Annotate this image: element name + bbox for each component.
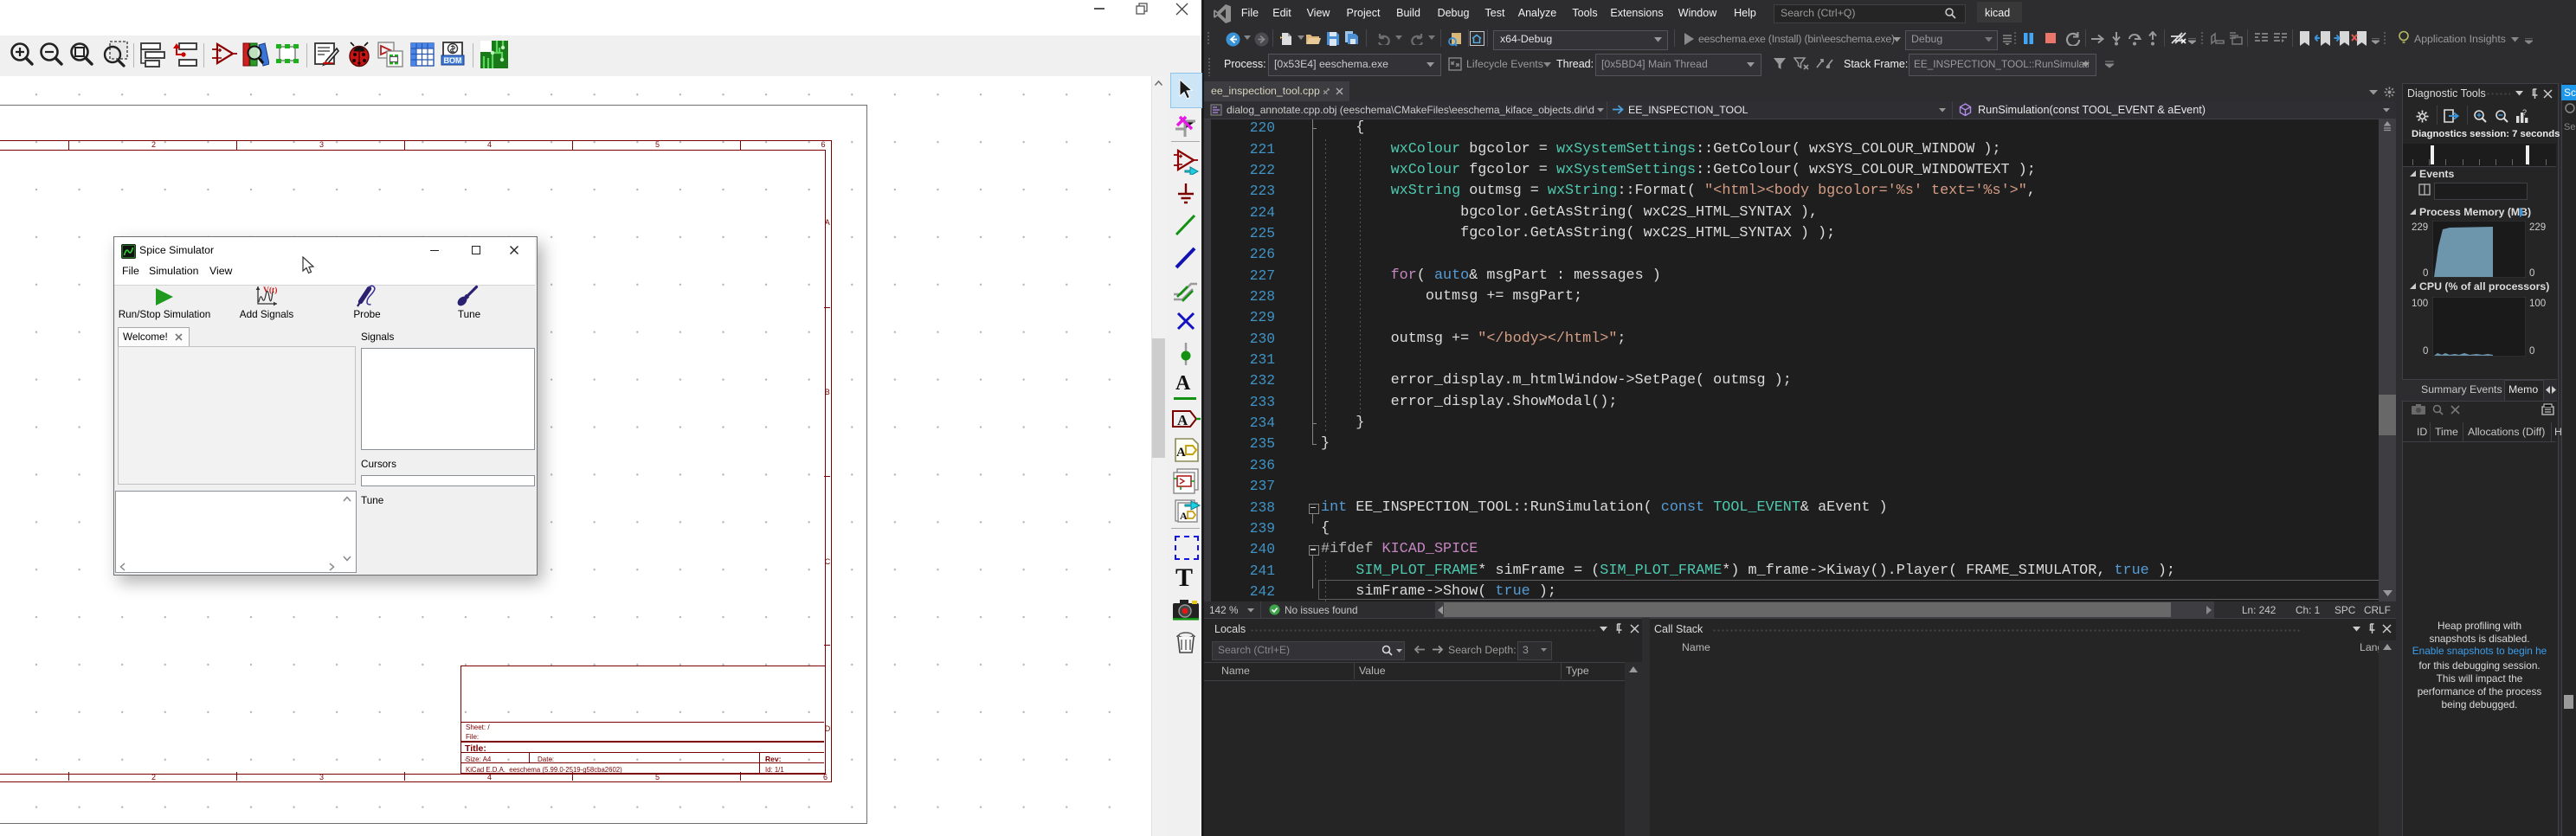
svg-text:A: A: [1176, 446, 1186, 460]
svg-text:A: A: [1180, 510, 1188, 522]
svg-text:V(t): V(t): [263, 286, 277, 295]
svg-text:A: A: [1177, 412, 1188, 428]
svg-text:?: ?: [2522, 108, 2527, 117]
